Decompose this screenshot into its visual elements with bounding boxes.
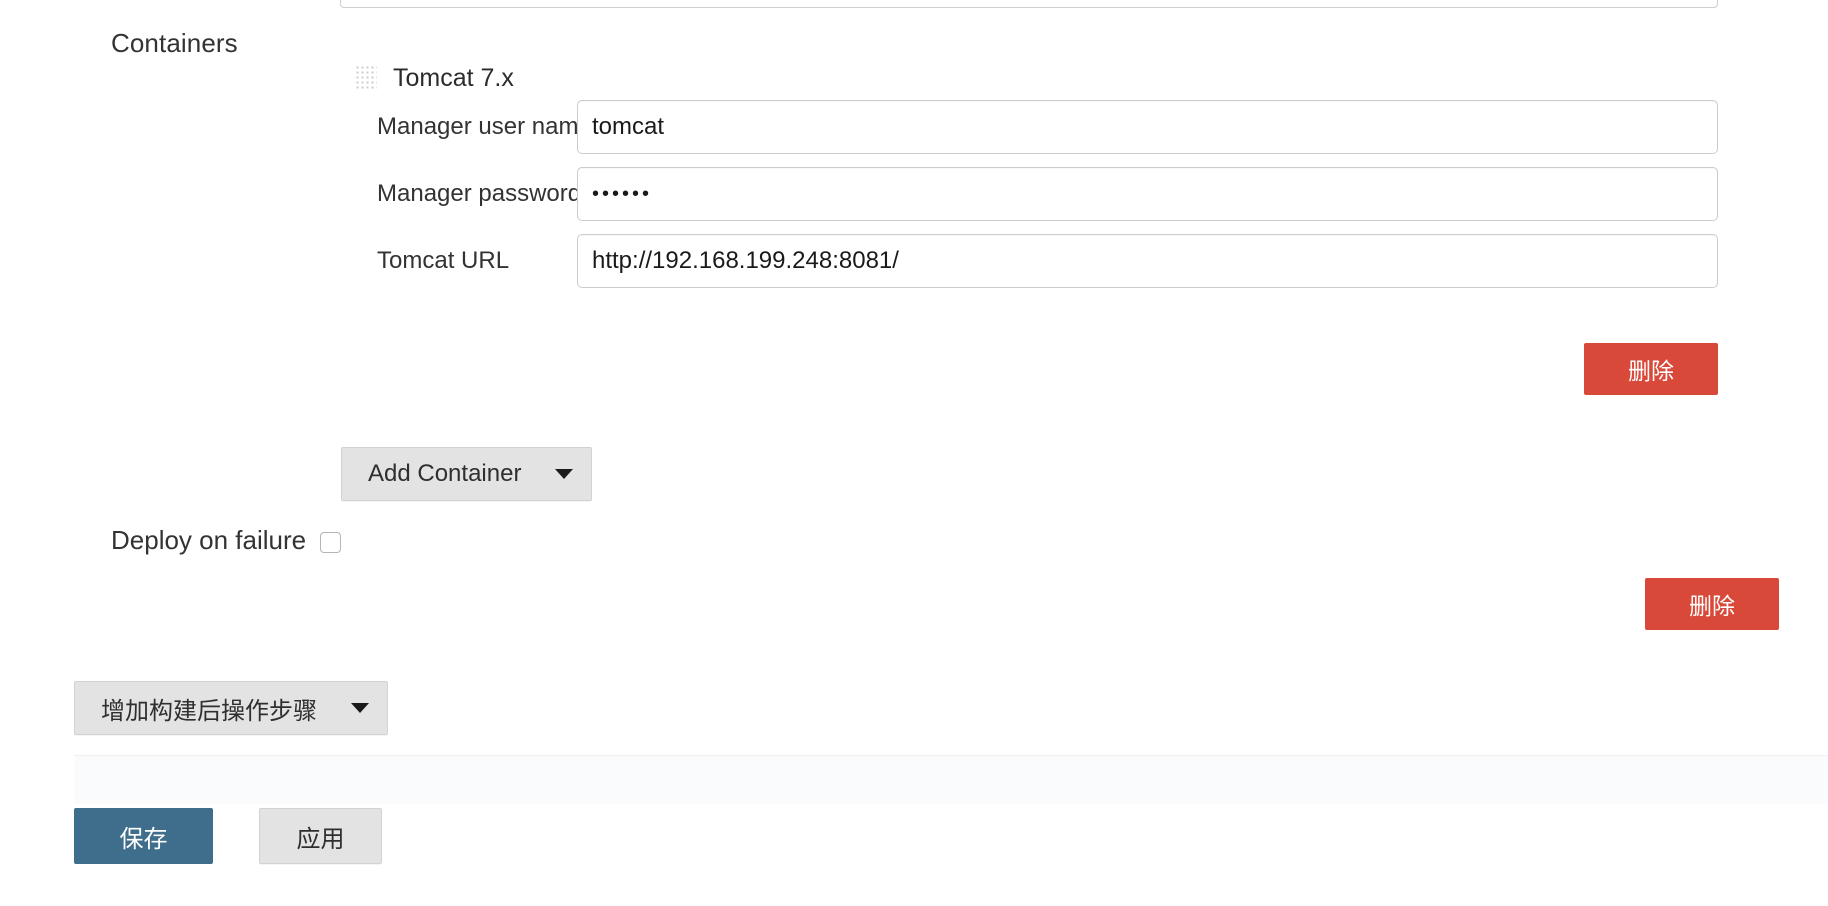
containers-section-label: Containers [111, 28, 238, 58]
apply-button[interactable]: 应用 [259, 808, 382, 864]
add-container-button[interactable]: Add Container [341, 447, 593, 501]
manager-user-name-input[interactable] [577, 100, 1718, 154]
caret-down-icon [351, 703, 369, 713]
footer-separator [74, 755, 1828, 804]
save-button[interactable]: 保存 [74, 808, 213, 864]
tomcat-url-input[interactable] [577, 234, 1718, 288]
add-post-build-step-label: 增加构建后操作步骤 [101, 697, 317, 725]
manager-password-label: Manager password [377, 180, 582, 207]
drag-grip-icon[interactable] [355, 65, 377, 91]
form-actions: 保存 应用 [74, 808, 382, 864]
manager-password-row: Manager password [355, 167, 1718, 221]
previous-field-partial[interactable] [340, 0, 1718, 8]
container-type-title: Tomcat 7.x [393, 63, 514, 92]
deploy-on-failure-checkbox[interactable] [320, 532, 342, 553]
deploy-on-failure-row: Deploy on failure [111, 525, 342, 556]
caret-down-icon [555, 469, 574, 479]
tomcat-url-row: Tomcat URL [355, 234, 1718, 288]
manager-password-input[interactable] [577, 167, 1718, 221]
manager-user-name-label: Manager user name [377, 113, 592, 140]
delete-container-button[interactable]: 删除 [1584, 343, 1718, 395]
container-block: Tomcat 7.x Manager user name Manager pas… [355, 58, 1718, 301]
manager-user-name-row: Manager user name [355, 100, 1718, 154]
delete-publisher-button[interactable]: 删除 [1645, 578, 1779, 630]
add-container-label: Add Container [368, 460, 522, 487]
deploy-on-failure-label: Deploy on failure [111, 525, 307, 555]
tomcat-url-label: Tomcat URL [377, 247, 510, 274]
add-post-build-step-button[interactable]: 增加构建后操作步骤 [74, 681, 388, 735]
container-header: Tomcat 7.x [355, 58, 1718, 98]
